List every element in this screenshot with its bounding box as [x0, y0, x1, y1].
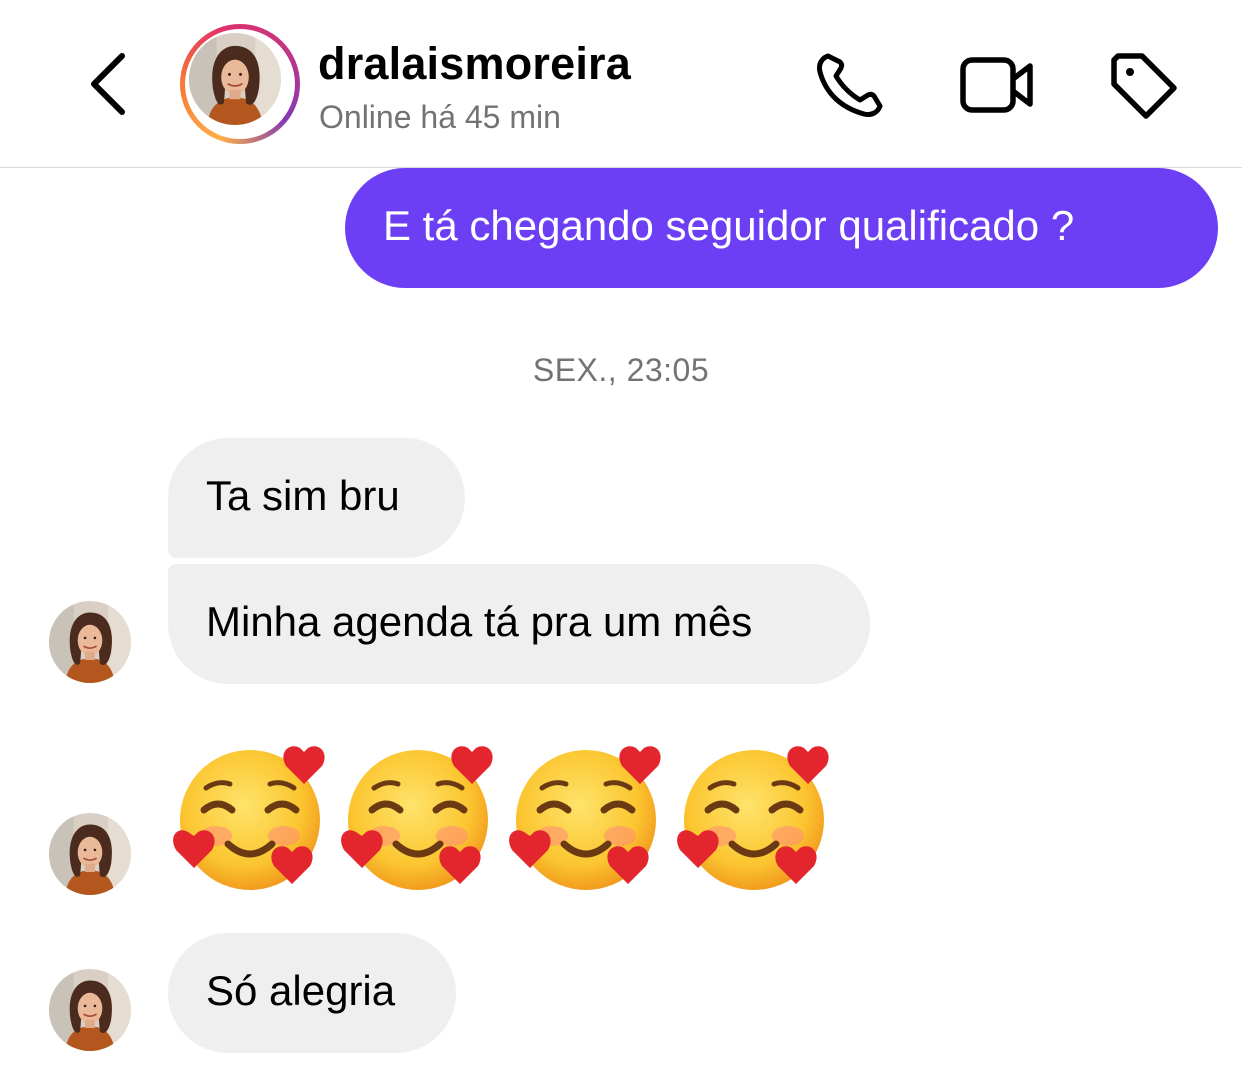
sender-avatar[interactable]: [49, 969, 131, 1051]
incoming-message[interactable]: Só alegria: [168, 933, 456, 1053]
sender-avatar[interactable]: [49, 813, 131, 895]
avatar-photo: [189, 33, 281, 125]
smiling-face-with-hearts-icon: [506, 740, 670, 894]
chevron-left-icon: [91, 53, 125, 115]
video-call-button[interactable]: [958, 52, 1036, 118]
phone-icon: [817, 53, 883, 117]
profile-avatar[interactable]: [180, 24, 300, 144]
incoming-message[interactable]: Ta sim bru: [168, 438, 465, 558]
online-status: Online há 45 min: [319, 99, 561, 135]
smiling-face-with-hearts-icon: [674, 740, 838, 894]
video-camera-icon: [960, 57, 1033, 113]
emoji-message[interactable]: [170, 740, 850, 894]
outgoing-message[interactable]: E tá chegando seguidor qualificado ?: [345, 168, 1218, 288]
username[interactable]: dralaismoreira: [318, 38, 631, 90]
sender-avatar[interactable]: [49, 601, 131, 683]
back-button[interactable]: [78, 48, 138, 118]
tag-button[interactable]: [1106, 50, 1180, 122]
tag-icon: [1111, 53, 1177, 119]
smiling-face-with-hearts-icon: [170, 740, 334, 894]
message-timestamp: SEX., 23:05: [532, 352, 710, 388]
audio-call-button[interactable]: [812, 50, 886, 120]
smiling-face-with-hearts-icon: [338, 740, 502, 894]
incoming-message[interactable]: Minha agenda tá pra um mês: [168, 564, 870, 684]
chat-header: dralaismoreira Online há 45 min: [0, 0, 1242, 168]
